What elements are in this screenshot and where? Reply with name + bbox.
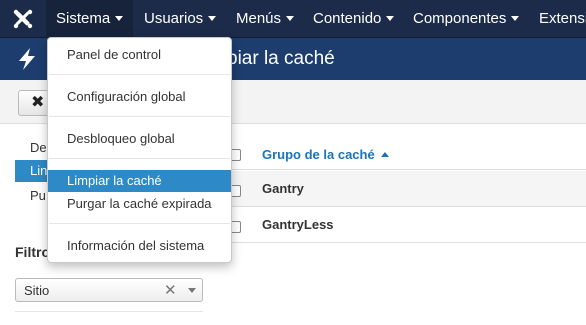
joomla-logo-icon[interactable] — [0, 0, 46, 38]
sidebar-item-label: Lin — [30, 163, 48, 178]
cache-group-name: GantryLess — [262, 217, 334, 232]
nav-extensiones[interactable]: Extensi — [539, 0, 586, 38]
cache-group-name: Gantry — [262, 181, 304, 196]
site-select-value: Sitio — [24, 283, 50, 298]
nav-extensiones-label: Extensi — [539, 10, 586, 27]
sidebar-item-label: Pu — [30, 188, 46, 203]
menu-divider — [49, 74, 230, 75]
nav-componentes[interactable]: Componentes — [413, 0, 520, 38]
menu-item-informacion-del-sistema[interactable]: Información del sistema — [48, 235, 231, 257]
chevron-down-icon — [511, 16, 520, 21]
menu-item-limpiar-la-cache[interactable]: Limpiar la caché — [48, 170, 231, 192]
nav-sistema-label: Sistema — [56, 10, 111, 27]
nav-usuarios[interactable]: Usuarios — [144, 0, 217, 38]
menu-divider — [49, 158, 230, 159]
chevron-down-icon — [286, 16, 295, 21]
site-select[interactable]: Sitio ✕ — [15, 278, 203, 302]
nav-contenido[interactable]: Contenido — [313, 0, 395, 38]
sort-asc-icon — [380, 152, 389, 157]
sistema-dropdown-menu: Panel de control Configuración global De… — [47, 37, 232, 263]
chevron-down-icon — [386, 16, 395, 21]
chevron-down-icon[interactable] — [188, 288, 196, 293]
top-navbar: Sistema Usuarios Menús Contenido Compone… — [0, 0, 586, 38]
menu-item-configuracion-global[interactable]: Configuración global — [48, 86, 231, 108]
nav-menus[interactable]: Menús — [236, 0, 295, 38]
nav-componentes-label: Componentes — [413, 10, 507, 27]
table-row: Gantry — [226, 171, 586, 207]
sidebar-item-label: De — [30, 140, 47, 155]
close-icon: ✖ — [31, 94, 45, 111]
table-header: Grupo de la caché — [226, 140, 586, 170]
menu-item-purgar-cache-expirada[interactable]: Purgar la caché expirada — [48, 193, 231, 215]
column-header-cache-group[interactable]: Grupo de la caché — [262, 147, 389, 162]
menu-item-desbloqueo-global[interactable]: Desbloqueo global — [48, 128, 231, 150]
nav-usuarios-label: Usuarios — [144, 10, 204, 27]
menu-divider — [49, 116, 230, 117]
menu-item-panel-de-control[interactable]: Panel de control — [48, 44, 231, 66]
chevron-down-icon — [115, 16, 124, 21]
nav-menus-label: Menús — [236, 10, 282, 27]
lightning-icon — [14, 46, 40, 72]
page-title: piar la caché — [227, 48, 335, 69]
clear-icon[interactable]: ✕ — [164, 281, 177, 299]
nav-contenido-label: Contenido — [313, 10, 382, 27]
table-row: GantryLess — [226, 207, 586, 243]
column-header-label: Grupo de la caché — [262, 147, 375, 162]
divider — [15, 311, 203, 312]
menu-divider — [49, 223, 230, 224]
chevron-down-icon — [208, 16, 217, 21]
nav-sistema[interactable]: Sistema — [46, 0, 134, 38]
